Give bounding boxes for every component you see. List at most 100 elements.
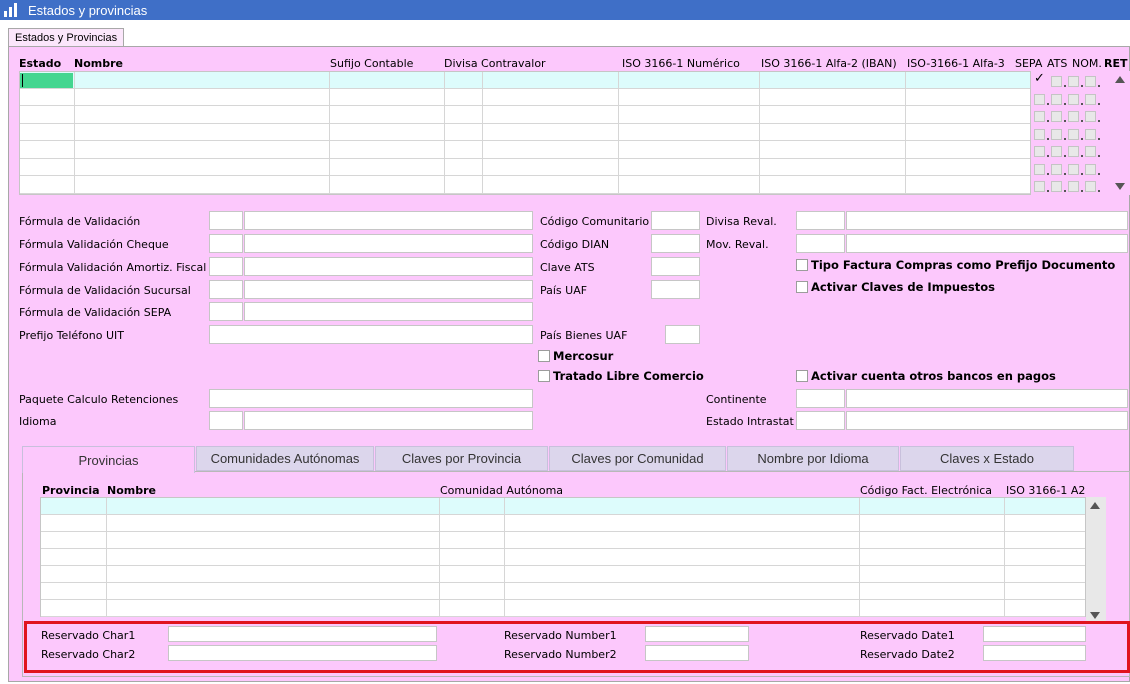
clave-ats-field[interactable] (651, 257, 700, 276)
formula-cheque-code[interactable] (209, 234, 243, 253)
col-ats[interactable]: ATS (1047, 57, 1067, 70)
tab-estados-y-provincias[interactable]: Estados y Provincias (8, 28, 125, 47)
flag-checkbox[interactable] (1085, 93, 1096, 105)
formula-amortiz-code[interactable] (209, 257, 243, 276)
col-nom[interactable]: NOM. (1072, 57, 1102, 70)
scroll-up-icon[interactable] (1115, 76, 1125, 83)
flag-checkbox[interactable] (1034, 93, 1045, 105)
paquete-field[interactable] (209, 389, 533, 408)
col-iso-a2[interactable]: ISO 3166-1 A2 (1006, 484, 1085, 497)
tab-claves-provincia[interactable]: Claves por Provincia (375, 446, 548, 471)
tratado-checkbox[interactable] (538, 370, 550, 382)
flag-checkbox[interactable] (1034, 128, 1045, 140)
table-row[interactable] (41, 566, 1085, 583)
provincias-scrollbar[interactable] (1086, 497, 1106, 621)
flag-checkbox[interactable] (1085, 163, 1096, 175)
table-row[interactable] (20, 72, 1030, 89)
tab-nombre-idioma[interactable]: Nombre por Idioma (727, 446, 899, 471)
flag-checkbox[interactable] (1068, 93, 1079, 105)
mov-reval-code[interactable] (796, 234, 845, 253)
flag-checkbox[interactable] (1068, 128, 1079, 140)
table-row[interactable] (20, 89, 1030, 106)
flag-checkbox[interactable] (1051, 111, 1062, 122)
flag-checkbox[interactable] (1085, 111, 1096, 122)
col-ret[interactable]: RET (1104, 57, 1128, 70)
col-iso-alfa3[interactable]: ISO-3166-1 Alfa-3 (907, 57, 1005, 70)
flag-checkbox[interactable] (1051, 163, 1062, 175)
codigo-comunitario-field[interactable] (651, 211, 700, 230)
table-row[interactable] (20, 124, 1030, 141)
tipo-factura-checkbox[interactable] (796, 259, 808, 271)
col-prov-nombre[interactable]: Nombre (107, 484, 156, 497)
scroll-up-icon[interactable] (1090, 502, 1100, 509)
flag-checkbox[interactable] (1068, 76, 1079, 87)
table-row[interactable] (20, 107, 1030, 124)
formula-validacion-desc[interactable] (244, 211, 533, 230)
mov-reval-desc[interactable] (846, 234, 1128, 253)
table-row[interactable] (41, 515, 1085, 532)
active-cell[interactable] (20, 73, 73, 88)
formula-cheque-desc[interactable] (244, 234, 533, 253)
activar-cuenta-checkbox[interactable] (796, 370, 808, 382)
flag-checkbox[interactable] (1068, 111, 1079, 122)
tratado-label[interactable]: Tratado Libre Comercio (553, 369, 704, 383)
col-nombre[interactable]: Nombre (74, 57, 123, 70)
activar-cuenta-label[interactable]: Activar cuenta otros bancos en pagos (811, 369, 1056, 383)
scroll-down-icon[interactable] (1090, 612, 1100, 619)
mercosur-label[interactable]: Mercosur (553, 349, 613, 363)
flag-checkbox[interactable] (1085, 128, 1096, 140)
col-iso-numerico[interactable]: ISO 3166-1 Numérico (622, 57, 740, 70)
codigo-dian-field[interactable] (651, 234, 700, 253)
tipo-factura-label[interactable]: Tipo Factura Compras como Prefijo Docume… (811, 258, 1115, 272)
table-row[interactable] (41, 532, 1085, 549)
flag-checkbox[interactable] (1085, 76, 1096, 87)
table-row[interactable] (20, 159, 1030, 176)
estado-intrastat-code[interactable] (796, 411, 845, 430)
table-row[interactable] (41, 600, 1085, 617)
flag-checkbox[interactable] (1034, 146, 1045, 157)
flag-checkbox[interactable] (1051, 93, 1062, 105)
tab-provincias[interactable]: Provincias (22, 446, 195, 473)
prefijo-telefono-field[interactable] (209, 325, 533, 344)
flag-checkbox[interactable] (1085, 181, 1096, 192)
table-row[interactable] (41, 583, 1085, 600)
formula-sucursal-desc[interactable] (244, 280, 533, 299)
formula-validacion-code[interactable] (209, 211, 243, 230)
flag-checkbox[interactable] (1034, 181, 1045, 192)
sepa-check-icon[interactable]: ✓ (1034, 71, 1045, 86)
continente-code[interactable] (796, 389, 845, 408)
flag-checkbox[interactable] (1068, 163, 1079, 175)
table-row[interactable] (20, 177, 1030, 194)
estados-grid[interactable] (19, 71, 1031, 195)
continente-desc[interactable] (846, 389, 1128, 408)
col-iso-alfa2[interactable]: ISO 3166-1 Alfa-2 (IBAN) (761, 57, 897, 70)
activar-claves-label[interactable]: Activar Claves de Impuestos (811, 280, 995, 294)
col-provincia[interactable]: Provincia (42, 484, 100, 497)
activar-claves-checkbox[interactable] (796, 281, 808, 293)
tab-comunidades[interactable]: Comunidades Autónomas (196, 446, 374, 471)
col-estado[interactable]: Estado (19, 57, 61, 70)
flag-checkbox[interactable] (1034, 163, 1045, 175)
flag-checkbox[interactable] (1068, 146, 1079, 157)
col-comunidad[interactable]: Comunidad Autónoma (440, 484, 563, 497)
flag-checkbox[interactable] (1051, 128, 1062, 140)
table-row[interactable] (41, 549, 1085, 566)
formula-sepa-desc[interactable] (244, 302, 533, 321)
scroll-down-icon[interactable] (1115, 183, 1125, 190)
col-sufijo-contable[interactable]: Sufijo Contable (330, 57, 413, 70)
flag-checkbox[interactable] (1051, 146, 1062, 157)
provincias-grid[interactable] (40, 497, 1086, 617)
formula-sepa-code[interactable] (209, 302, 243, 321)
idioma-code[interactable] (209, 411, 243, 430)
col-sepa[interactable]: SEPA (1015, 57, 1042, 70)
formula-sucursal-code[interactable] (209, 280, 243, 299)
col-codigo-fact[interactable]: Código Fact. Electrónica (860, 484, 992, 497)
table-row[interactable] (20, 142, 1030, 159)
flag-checkbox[interactable] (1051, 76, 1062, 87)
mercosur-checkbox[interactable] (538, 350, 550, 362)
estado-intrastat-desc[interactable] (846, 411, 1128, 430)
idioma-desc[interactable] (244, 411, 533, 430)
formula-amortiz-desc[interactable] (244, 257, 533, 276)
flag-checkbox[interactable] (1085, 146, 1096, 157)
flag-checkbox[interactable] (1051, 181, 1062, 192)
